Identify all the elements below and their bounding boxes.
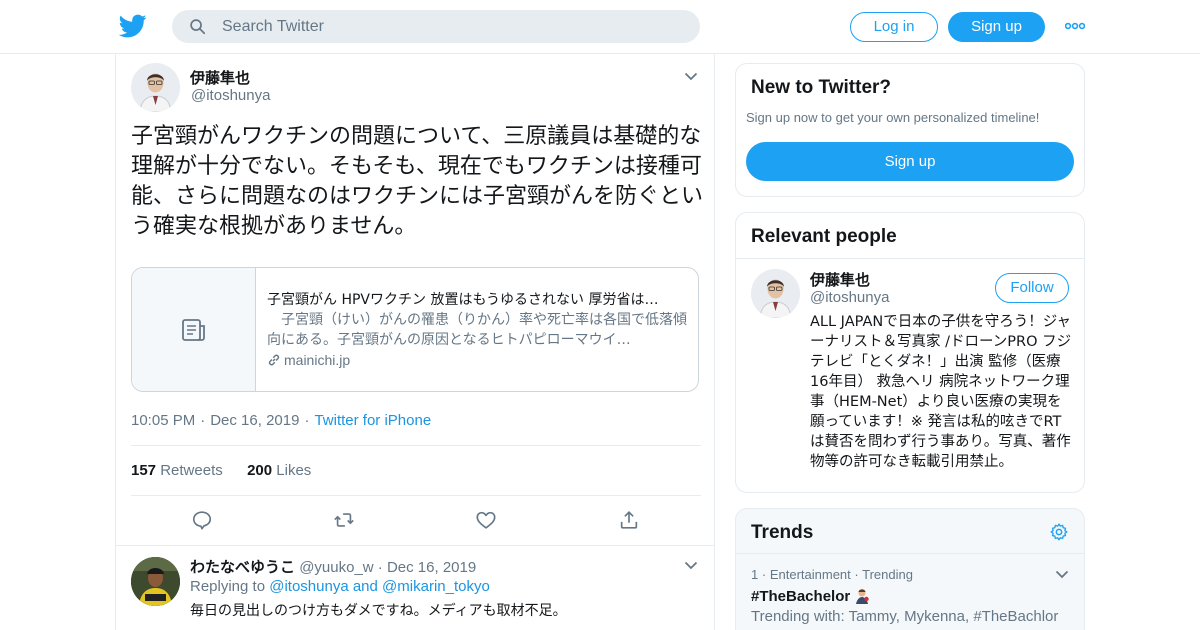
divider [131,495,701,496]
more-dots-icon[interactable] [1065,20,1085,32]
mention-link[interactable]: @itoshunya [269,578,348,595]
author-name[interactable]: 伊藤隼也 [190,67,250,88]
person-bio: ALL JAPANで日本の子供を守ろう！ジャーナリスト＆写真家 /ドローンPRO… [810,314,1072,470]
author-avatar[interactable] [131,63,180,112]
tweet-time[interactable]: 10:05 PM [131,412,195,429]
tweet-timestamp: 10:05 PM · Dec 16, 2019 · Twitter for iPhone [131,412,432,429]
like-count[interactable]: 200 [247,462,272,479]
card-domain-text: mainichi.jp [284,352,351,368]
trend-name[interactable]: #TheBachelor [751,588,850,605]
chevron-down-icon[interactable] [684,72,698,81]
new-to-twitter-module: New to Twitter? Sign up now to get your … [735,63,1085,197]
replying-and: and [352,578,378,595]
gear-icon[interactable] [1049,522,1069,542]
trend-meta: 1 · Entertainment · Trending [751,567,913,582]
replying-prefix: Replying to [190,578,266,595]
reply-tweet[interactable]: わたなべゆうこ @yuuko_w · Dec 16, 2019 Replying… [116,545,714,630]
retweet-count[interactable]: 157 [131,462,156,479]
reply-author-name[interactable]: わたなべゆうこ [190,559,295,576]
separator-dot: · [854,567,859,582]
link-icon [268,354,280,366]
module-title: Relevant people [751,226,897,247]
separator-dot: · [761,567,767,582]
share-icon[interactable] [618,509,640,531]
search-icon [190,19,206,35]
top-bar: Log in Sign up [0,0,1200,54]
card-domain: mainichi.jp [267,352,350,368]
reply-text: 毎日の見出しのつけ方もダメですね。メディアも取材不足。 [190,603,567,619]
chevron-down-icon[interactable] [684,561,698,570]
chevron-down-icon[interactable] [1055,570,1069,579]
tweet-text: 子宮頸がんワクチンの問題について、三原議員は基礎的な理解が十分でない。そもそも、… [131,124,704,239]
login-button[interactable]: Log in [850,12,938,42]
relevant-people-module: Relevant people 伊藤隼也 @itoshunya Follow A… [735,212,1085,493]
rose-emoji-icon [856,589,870,604]
trend-item[interactable]: #TheBachelor [751,587,870,605]
reply-icon[interactable] [191,509,213,531]
card-title: 子宮頸がん HPVワクチン 放置はもうゆるされない 厚労省は… [267,292,659,308]
person-photo-icon [131,557,180,606]
trending-with-label: Trending with: [751,608,845,625]
mention-link[interactable]: @mikarin_tokyo [382,578,490,595]
tweet-column: 伊藤隼也 @itoshunya 子宮頸がんワクチンの問題について、三原議員は基礎… [115,54,715,630]
tweet-stats: 157 Retweets 200 Likes [131,462,311,479]
person-photo-icon [131,63,180,112]
author-handle[interactable]: @itoshunya [191,87,270,104]
person-handle[interactable]: @itoshunya [810,289,889,306]
document-icon [182,319,205,341]
card-description: 子宮頸（けい）がんの罹患（りかん）率や死亡率は各国で低落傾向にある。子宮頸がんの… [267,312,687,348]
retweet-label[interactable]: Retweets [160,462,223,479]
separator-dot: · [377,559,383,576]
search-box[interactable] [172,10,700,43]
retweet-icon[interactable] [333,509,355,531]
person-photo-icon [751,269,800,318]
card-thumbnail [132,268,256,391]
trends-module: Trends 1 · Entertainment · Trending #The… [735,508,1085,630]
module-subtitle: Sign up now to get your own personalized… [746,110,1040,125]
trend-status: Trending [862,567,913,582]
sidebar-signup-button[interactable]: Sign up [746,142,1074,181]
replying-to: Replying to @itoshunya and @mikarin_toky… [190,578,490,595]
trend-rank: 1 [751,567,759,582]
link-card[interactable]: 子宮頸がん HPVワクチン 放置はもうゆるされない 厚労省は… 子宮頸（けい）が… [131,267,699,392]
tweet-actions [116,509,716,533]
reply-author-handle[interactable]: @yuuko_w [299,559,373,576]
divider [131,445,701,446]
divider [736,258,1084,259]
heart-icon[interactable] [475,509,497,531]
trend-category: Entertainment [769,567,851,582]
person-avatar[interactable] [751,269,800,318]
module-title: Trends [751,522,814,543]
tweet-date[interactable]: Dec 16, 2019 [210,412,299,429]
trending-with: Trending with: Tammy, Mykenna, #TheBachl… [751,608,1058,625]
follow-button[interactable]: Follow [995,273,1069,303]
module-title: New to Twitter? [751,77,892,98]
reply-author-avatar[interactable] [131,557,180,606]
reply-header: わたなべゆうこ @yuuko_w · Dec 16, 2019 [190,556,476,577]
twitter-logo-icon[interactable] [119,12,147,40]
trending-with-text[interactable]: Tammy, Mykenna, #TheBachlor [849,608,1059,625]
person-name[interactable]: 伊藤隼也 [810,269,870,290]
signup-button[interactable]: Sign up [948,12,1045,42]
search-input[interactable] [222,10,682,43]
reply-date[interactable]: Dec 16, 2019 [387,559,476,576]
like-label[interactable]: Likes [276,462,311,479]
trends-header: Trends [736,509,1084,554]
tweet-source-link[interactable]: Twitter for iPhone [314,412,431,429]
